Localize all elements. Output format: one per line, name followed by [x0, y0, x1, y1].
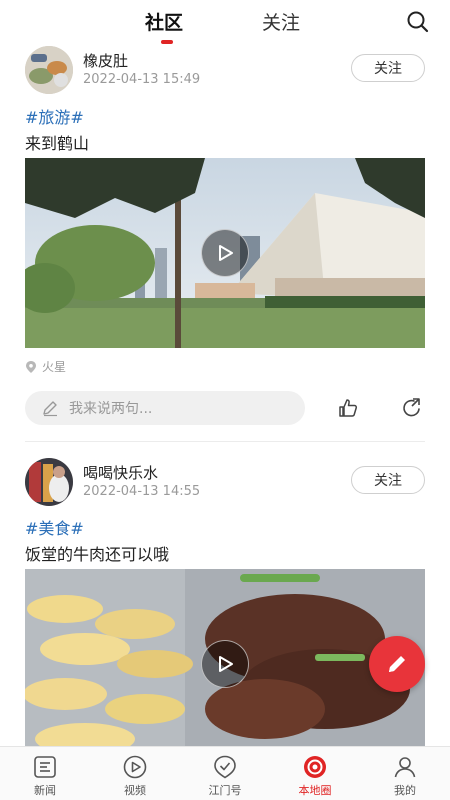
- post-text: 来到鹤山: [25, 134, 90, 153]
- search-icon[interactable]: [406, 10, 430, 34]
- play-button[interactable]: [201, 229, 249, 277]
- post-timestamp: 2022-04-13 14:55: [83, 484, 201, 499]
- avatar[interactable]: [25, 46, 73, 94]
- post-hashtag[interactable]: #旅游#: [25, 104, 84, 128]
- pencil-icon: [389, 656, 405, 672]
- nav-label: 新闻: [34, 784, 56, 797]
- pencil-icon: [43, 401, 57, 417]
- comment-placeholder: 我来说两句...: [69, 401, 153, 417]
- tab-community[interactable]: 社区: [145, 8, 183, 35]
- nav-label: 我的: [394, 784, 416, 797]
- post-timestamp: 2022-04-13 15:49: [83, 72, 201, 87]
- check-badge-icon: [214, 755, 236, 779]
- nav-label: 本地圈: [298, 784, 332, 797]
- nav-label: 视频: [124, 784, 146, 797]
- share-icon[interactable]: [401, 397, 423, 419]
- location-label: 火星: [42, 360, 67, 374]
- video-play-icon: [123, 755, 147, 779]
- nav-item-mine[interactable]: 我的: [360, 747, 450, 800]
- username[interactable]: 喝喝快乐水: [83, 462, 158, 483]
- bottom-navigation: 新闻 视频 江门号 本地圈 我的: [0, 746, 450, 800]
- post-text: 饭堂的牛肉还可以哦: [25, 545, 170, 564]
- follow-button[interactable]: 关注: [351, 54, 425, 82]
- news-icon: [34, 756, 56, 778]
- active-tab-indicator: [161, 40, 173, 44]
- post-video-thumbnail[interactable]: [25, 569, 425, 746]
- post-video-thumbnail[interactable]: [25, 158, 425, 348]
- comment-input[interactable]: 我来说两句...: [25, 391, 305, 425]
- follow-button[interactable]: 关注: [351, 466, 425, 494]
- nav-item-video[interactable]: 视频: [90, 747, 180, 800]
- nav-label: 江门号: [208, 784, 242, 797]
- location-pin-icon: [26, 360, 36, 373]
- avatar[interactable]: [25, 458, 73, 506]
- user-icon: [394, 757, 416, 778]
- username[interactable]: 橡皮肚: [83, 50, 128, 71]
- create-post-button[interactable]: [369, 636, 425, 692]
- play-button[interactable]: [201, 640, 249, 688]
- post-divider: [25, 441, 425, 442]
- post-location: 火星: [25, 358, 66, 375]
- nav-item-jiangmen-hao[interactable]: 江门号: [180, 747, 270, 800]
- post-hashtag[interactable]: #美食#: [25, 515, 84, 539]
- nav-item-news[interactable]: 新闻: [0, 747, 90, 800]
- local-circle-icon: [304, 756, 326, 778]
- nav-item-local-circle[interactable]: 本地圈: [270, 747, 360, 800]
- like-icon[interactable]: [337, 397, 359, 419]
- top-header: 社区 关注: [0, 0, 450, 46]
- tab-follow[interactable]: 关注: [262, 8, 300, 35]
